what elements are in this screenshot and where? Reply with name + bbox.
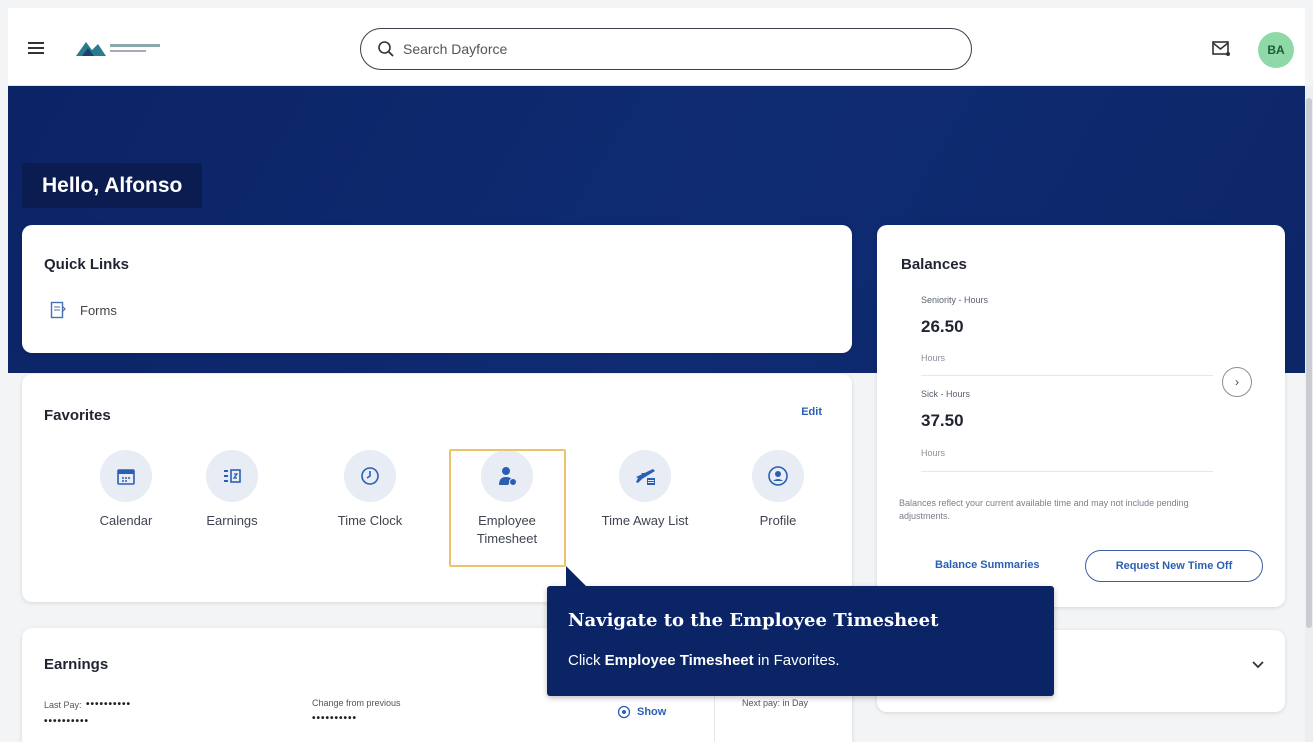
divider — [921, 375, 1213, 376]
search-input[interactable] — [403, 41, 923, 57]
scrollbar-thumb[interactable] — [1306, 98, 1312, 628]
earnings-title: Earnings — [44, 656, 109, 673]
tooltip-body: Click Employee Timesheet in Favorites. — [568, 652, 840, 669]
favorite-label: Time Away List — [601, 513, 689, 528]
company-logo[interactable] — [72, 36, 170, 60]
tooltip-body-prefix: Click — [568, 652, 605, 669]
favorite-label: Employee Timesheet — [476, 513, 538, 546]
balance-value: 26.50 — [921, 317, 964, 336]
favorite-label: Time Clock — [337, 513, 403, 528]
quick-links-title: Quick Links — [44, 256, 130, 273]
quick-link-forms[interactable]: Forms — [50, 301, 117, 319]
menu-icon[interactable] — [28, 42, 44, 54]
last-pay-masked: •••••••••• — [86, 699, 132, 710]
balance-value: 37.50 — [921, 411, 964, 430]
message-icon[interactable] — [1210, 37, 1232, 59]
favorite-label: Earnings — [206, 513, 258, 528]
divider — [921, 471, 1213, 472]
earnings-icon — [224, 469, 241, 483]
tooltip-pointer — [566, 566, 586, 586]
last-pay-masked-2: •••••••••• — [44, 716, 90, 727]
favorite-profile[interactable]: Profile — [723, 450, 833, 530]
divider — [714, 688, 715, 742]
favorite-earnings[interactable]: Earnings — [177, 450, 287, 530]
show-earnings-button[interactable]: Show — [617, 705, 666, 719]
tooltip-body-suffix: in Favorites. — [753, 652, 840, 669]
favorites-card: Favorites Edit Calendar Earnings Time Cl… — [22, 374, 852, 602]
top-bar: BA — [8, 8, 1305, 86]
show-label: Show — [637, 706, 667, 718]
favorite-employee-timesheet[interactable]: Employee Timesheet — [452, 450, 562, 548]
search-bar[interactable] — [360, 28, 972, 70]
clock-icon — [361, 467, 379, 485]
quick-link-label: Forms — [80, 302, 117, 318]
tooltip-body-bold: Employee Timesheet — [604, 652, 754, 669]
profile-icon — [768, 466, 788, 486]
balance-summaries-link[interactable]: Balance Summaries — [935, 559, 1040, 571]
chevron-right-icon[interactable]: › — [1222, 367, 1252, 397]
user-avatar[interactable]: BA — [1258, 32, 1294, 68]
greeting-title: Hello, Alfonso — [22, 163, 203, 208]
chevron-down-icon[interactable] — [1251, 660, 1265, 670]
balance-label: Sick - Hours — [921, 389, 971, 399]
balance-label: Seniority - Hours — [921, 295, 989, 305]
request-time-off-button[interactable]: Request New Time Off — [1085, 550, 1263, 582]
change-label: Change from previous — [312, 698, 401, 708]
next-pay-label: Next pay: in Day — [742, 698, 809, 708]
favorites-edit-link[interactable]: Edit — [801, 406, 822, 418]
balance-unit: Hours — [921, 353, 946, 363]
walkthrough-tooltip: Navigate to the Employee Timesheet Click… — [547, 586, 1054, 696]
search-icon — [378, 41, 394, 57]
plane-icon — [636, 469, 655, 485]
tooltip-title: Navigate to the Employee Timesheet — [568, 610, 939, 631]
favorite-time-away-list[interactable]: Time Away List — [590, 450, 700, 530]
eye-icon — [617, 705, 631, 719]
change-masked: •••••••••• — [312, 713, 358, 724]
balances-title: Balances — [901, 256, 967, 273]
calendar-icon — [117, 469, 135, 485]
favorite-label: Calendar — [99, 513, 153, 528]
favorites-title: Favorites — [44, 407, 111, 424]
favorite-label: Profile — [759, 513, 797, 528]
balances-note: Balances reflect your current available … — [899, 498, 1189, 521]
balance-unit: Hours — [921, 448, 946, 458]
timesheet-icon — [499, 467, 517, 486]
last-pay-label: Last Pay: — [44, 700, 82, 710]
favorite-calendar[interactable]: Calendar — [71, 450, 181, 530]
favorite-time-clock[interactable]: Time Clock — [315, 450, 425, 530]
form-icon — [50, 301, 66, 319]
balances-card: Balances Seniority - Hours 26.50 Hours S… — [877, 225, 1285, 607]
quick-links-card: Quick Links Forms — [22, 225, 852, 353]
